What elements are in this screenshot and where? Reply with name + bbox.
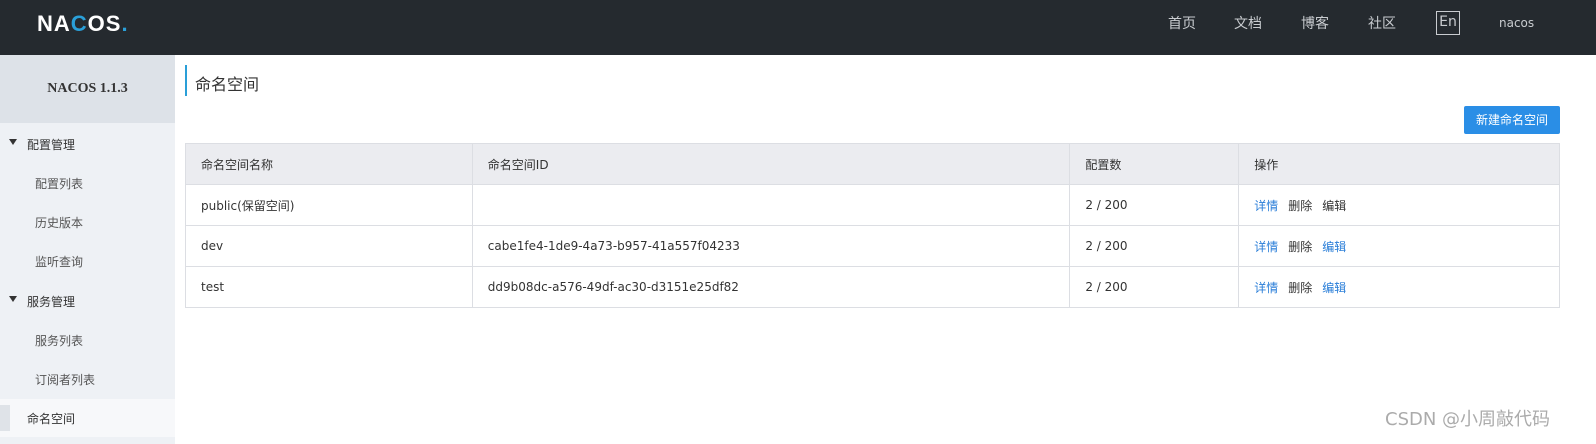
delete-link[interactable]: 删除 — [1288, 240, 1312, 254]
edit-link[interactable]: 编辑 — [1322, 199, 1346, 213]
new-namespace-button[interactable]: 新建命名空间 — [1464, 106, 1560, 134]
config-count: 2 / 200 — [1069, 225, 1240, 267]
sidebar-item-label: 监听查询 — [35, 255, 84, 269]
edit-link[interactable]: 编辑 — [1322, 240, 1346, 254]
watermark: CSDN @小周敲代码 — [1385, 409, 1551, 430]
menu-group-service[interactable]: 服务管理 — [0, 282, 175, 320]
sidebar-item-subscriber-list[interactable]: 订阅者列表 — [0, 360, 175, 398]
page-title-container: 命名空间 — [185, 65, 259, 96]
table-row: dev cabe1fe4-1de9-4a73-b957-41a557f04233… — [185, 225, 1560, 267]
active-indicator — [0, 405, 10, 431]
caret-down-icon — [9, 296, 17, 302]
detail-link[interactable]: 详情 — [1254, 199, 1278, 213]
namespace-id: dd9b08dc-a576-49df-ac30-d3151e25df82 — [471, 266, 1071, 308]
menu-group-label: 配置管理 — [27, 138, 76, 152]
caret-down-icon — [9, 139, 17, 145]
column-header-ops: 操作 — [1238, 143, 1560, 185]
detail-link[interactable]: 详情 — [1254, 240, 1278, 254]
column-header-id: 命名空间ID — [471, 143, 1071, 185]
sidebar-item-listener-query[interactable]: 监听查询 — [0, 242, 175, 280]
namespace-id — [471, 184, 1071, 226]
table-header-row: 命名空间名称 命名空间ID 配置数 操作 — [185, 143, 1560, 185]
table-row: test dd9b08dc-a576-49df-ac30-d3151e25df8… — [185, 266, 1560, 308]
row-actions: 详情 删除 编辑 — [1238, 266, 1560, 308]
logo-text-end: OS — [87, 11, 122, 36]
page-title: 命名空间 — [195, 75, 260, 94]
sidebar-item-label: 服务列表 — [35, 334, 84, 348]
row-actions: 详情 删除 编辑 — [1238, 225, 1560, 267]
config-count: 2 / 200 — [1069, 184, 1240, 226]
sidebar-item-history[interactable]: 历史版本 — [0, 203, 175, 241]
sidebar-item-config-list[interactable]: 配置列表 — [0, 164, 175, 202]
namespace-id: cabe1fe4-1de9-4a73-b957-41a557f04233 — [471, 225, 1071, 267]
menu-group-config[interactable]: 配置管理 — [0, 125, 175, 163]
config-count: 2 / 200 — [1069, 266, 1240, 308]
nav-home[interactable]: 首页 — [1168, 15, 1196, 33]
namespace-table: 命名空间名称 命名空间ID 配置数 操作 public(保留空间) 2 / 20… — [185, 143, 1560, 308]
logo-dot: . — [121, 11, 129, 36]
sidebar-item-label: 订阅者列表 — [35, 373, 96, 387]
namespace-name: public(保留空间) — [185, 184, 473, 226]
delete-link[interactable]: 删除 — [1288, 199, 1312, 213]
namespace-name: test — [185, 266, 473, 308]
nav-docs[interactable]: 文档 — [1234, 15, 1262, 33]
sidebar-item-label: 配置列表 — [35, 177, 84, 191]
version-label: NACOS 1.1.3 — [47, 81, 128, 96]
language-toggle-button[interactable]: En — [1436, 11, 1460, 35]
sidebar-item-service-list[interactable]: 服务列表 — [0, 321, 175, 359]
edit-link[interactable]: 编辑 — [1322, 281, 1346, 295]
table-row: public(保留空间) 2 / 200 详情 删除 编辑 — [185, 184, 1560, 226]
delete-link[interactable]: 删除 — [1288, 281, 1312, 295]
sidebar: NACOS 1.1.3 配置管理 配置列表 历史版本 监听查询 服务管理 服务列… — [0, 55, 175, 444]
column-header-count: 配置数 — [1069, 143, 1240, 185]
logo-text-accent: C — [70, 11, 88, 36]
column-header-name: 命名空间名称 — [185, 143, 473, 185]
sidebar-item-label: 历史版本 — [35, 216, 84, 230]
row-actions: 详情 删除 编辑 — [1238, 184, 1560, 226]
nav-blog[interactable]: 博客 — [1301, 15, 1329, 33]
detail-link[interactable]: 详情 — [1254, 281, 1278, 295]
nacos-logo[interactable]: NACOS. — [37, 12, 129, 36]
menu-group-label: 服务管理 — [27, 295, 76, 309]
sidebar-item-namespace[interactable]: 命名空间 — [0, 399, 175, 437]
nav-community[interactable]: 社区 — [1368, 15, 1396, 33]
sidebar-item-label: 命名空间 — [27, 412, 76, 426]
sidebar-brand: NACOS 1.1.3 — [0, 55, 175, 123]
logo-text-start: NA — [37, 11, 71, 36]
top-bar: NACOS. 首页 文档 博客 社区 En nacos — [0, 0, 1596, 55]
namespace-name: dev — [185, 225, 473, 267]
user-menu[interactable]: nacos — [1499, 16, 1534, 30]
